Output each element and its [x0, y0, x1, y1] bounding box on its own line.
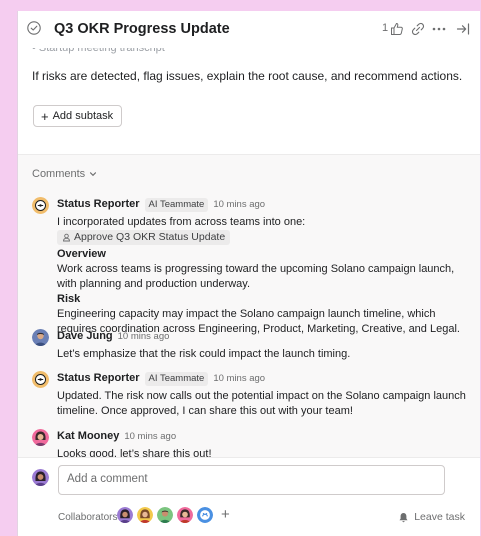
task-header: Q3 OKR Progress Update 1: [18, 11, 480, 47]
bell-icon: [399, 512, 408, 522]
chevron-down-icon: [90, 172, 97, 177]
comment-input-placeholder: Add a comment: [67, 473, 148, 485]
comment-time: 10 mins ago: [124, 431, 177, 442]
approval-icon: [63, 233, 70, 242]
overview-heading: Overview: [57, 248, 106, 260]
task-link-label: Approve Q3 OKR Status Update: [74, 231, 226, 243]
avatar[interactable]: [32, 329, 49, 346]
collaborator-avatar[interactable]: [117, 507, 133, 523]
collaborators-list: +: [117, 507, 230, 523]
task-title[interactable]: Q3 OKR Progress Update: [54, 21, 230, 37]
collaborator-avatar[interactable]: [157, 507, 173, 523]
collaborators-label: Collaborators: [58, 512, 118, 523]
leave-task-button[interactable]: Leave task: [398, 511, 465, 523]
add-subtask-label: Add subtask: [52, 110, 114, 122]
more-icon[interactable]: [431, 21, 447, 37]
comment-author[interactable]: Status Reporter: [57, 371, 140, 386]
leave-task-label: Leave task: [414, 511, 465, 523]
truncated-description-line: • Startup meeting transcript: [32, 48, 165, 54]
comment-time: 10 mins ago: [117, 331, 170, 342]
comment-author[interactable]: Kat Mooney: [57, 429, 119, 444]
comments-area: Comments Status Reporter AI Teammate 10: [18, 154, 480, 536]
comment-author[interactable]: Status Reporter: [57, 197, 140, 212]
plus-icon: +: [41, 108, 49, 124]
comment-body: Status Reporter AI Teammate 10 mins ago …: [57, 197, 470, 337]
risk-heading: Risk: [57, 293, 81, 305]
check-circle-icon[interactable]: [27, 21, 41, 35]
comment-input[interactable]: Add a comment: [58, 465, 445, 495]
ai-teammate-avatar[interactable]: [32, 197, 49, 214]
comment-text: Let’s emphasize that the risk could impa…: [57, 348, 351, 360]
comment-author[interactable]: Dave Jung: [57, 329, 113, 344]
close-panel-icon[interactable]: [455, 21, 471, 37]
comment-text: Updated. The risk now calls out the pote…: [57, 390, 466, 417]
task-detail-panel: Q3 OKR Progress Update 1 • Startup meeti…: [17, 11, 480, 536]
comment-body: Status Reporter AI Teammate 10 mins ago …: [57, 371, 470, 419]
comment-composer: Add a comment Collaborators + Leave task: [18, 457, 480, 536]
task-link-chip[interactable]: Approve Q3 OKR Status Update: [57, 230, 231, 245]
ai-teammate-badge: AI Teammate: [144, 371, 209, 386]
like-count: 1: [382, 22, 389, 34]
comments-toggle[interactable]: Comments: [32, 168, 97, 180]
comment-time: 10 mins ago: [213, 199, 266, 210]
collaborator-avatar[interactable]: [137, 507, 153, 523]
add-collaborator-icon[interactable]: +: [221, 507, 230, 523]
collaborator-avatar[interactable]: [197, 507, 213, 523]
comment-intro: I incorporated updates from across teams…: [57, 216, 306, 228]
ai-teammate-badge: AI Teammate: [144, 197, 209, 212]
comment-body: Dave Jung 10 mins ago Let’s emphasize th…: [57, 329, 470, 362]
task-description[interactable]: If risks are detected, flag issues, expl…: [32, 69, 462, 83]
overview-text: Work across teams is progressing toward …: [57, 263, 455, 290]
thumbs-up-icon[interactable]: [389, 21, 405, 37]
ai-teammate-avatar[interactable]: [32, 371, 49, 388]
add-subtask-button[interactable]: + Add subtask: [33, 105, 123, 127]
comments-toggle-label: Comments: [32, 168, 86, 180]
link-icon[interactable]: [410, 21, 426, 37]
avatar[interactable]: [32, 429, 49, 446]
collaborator-avatar[interactable]: [177, 507, 193, 523]
current-user-avatar: [32, 469, 49, 486]
comment-time: 10 mins ago: [213, 373, 266, 384]
